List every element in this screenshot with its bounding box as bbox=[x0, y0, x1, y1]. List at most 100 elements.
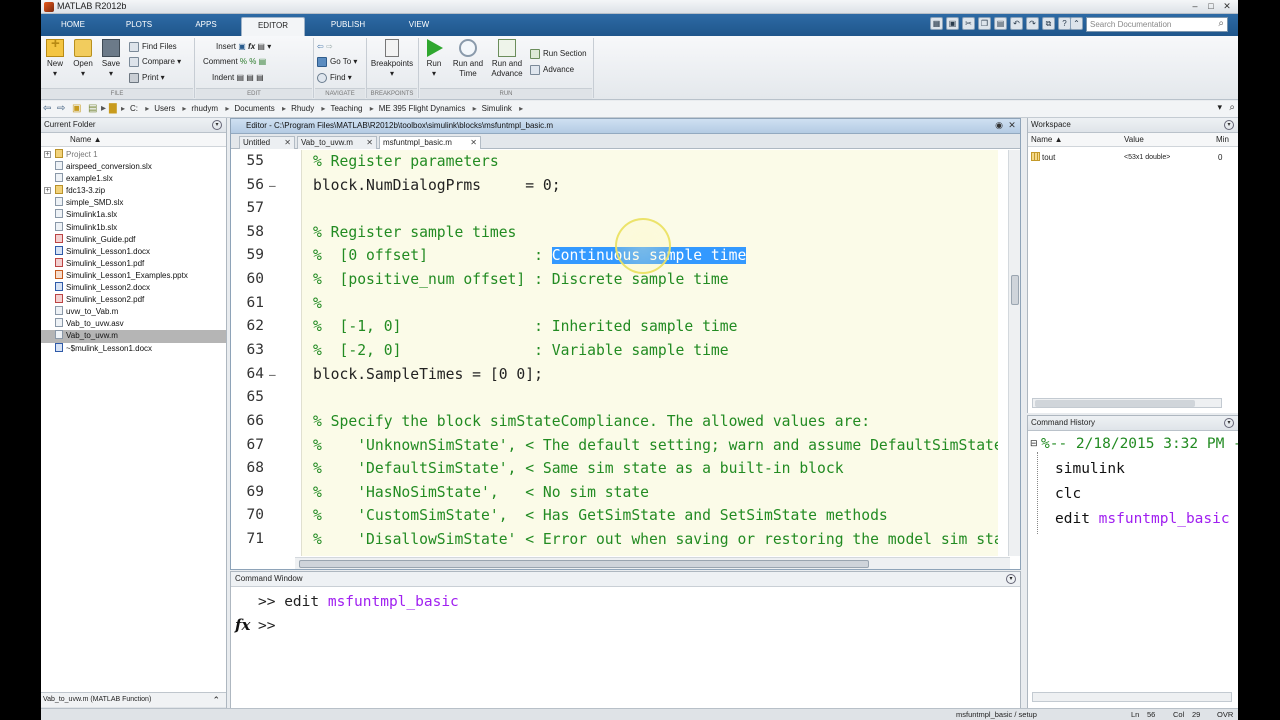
history-horizontal-scrollbar[interactable] bbox=[1032, 692, 1232, 702]
address-dropdown-icon[interactable]: ▾ bbox=[1217, 102, 1222, 113]
new-button[interactable]: + New ▾ bbox=[45, 36, 65, 79]
history-session-header[interactable]: %-- 2/18/2015 3:32 PM --% bbox=[1041, 436, 1238, 452]
history-item[interactable]: clc bbox=[1055, 486, 1081, 502]
back-forward-buttons[interactable]: ⇦ ⇨ bbox=[317, 40, 333, 53]
name-column-header[interactable]: Name ▲ bbox=[41, 133, 226, 147]
comment-button[interactable]: Comment % % ▤ bbox=[203, 55, 266, 68]
panel-actions-icon[interactable]: ▾ bbox=[212, 120, 222, 130]
list-item[interactable]: Simulink_Lesson1_Examples.pptx bbox=[41, 269, 226, 282]
workspace-horizontal-scrollbar[interactable] bbox=[1032, 398, 1222, 408]
list-item[interactable]: Simulink_Guide.pdf bbox=[41, 233, 226, 246]
advance-button[interactable]: Advance bbox=[530, 63, 574, 76]
command-prompt[interactable]: >> bbox=[258, 618, 275, 634]
save-button[interactable]: Save ▾ bbox=[100, 39, 122, 79]
function-browser-icon[interactable]: fx bbox=[235, 616, 250, 634]
switch-windows-icon[interactable]: ⧉ bbox=[1042, 17, 1055, 30]
breadcrumb-item[interactable]: C: bbox=[130, 104, 138, 113]
compare-button[interactable]: Compare ▾ bbox=[129, 55, 181, 68]
search-icon[interactable]: ⌕ bbox=[1218, 18, 1224, 29]
panel-actions-icon[interactable]: ▾ bbox=[1006, 574, 1016, 584]
run-section-button[interactable]: Run Section bbox=[530, 47, 587, 60]
breadcrumb-item[interactable]: Users bbox=[154, 104, 175, 113]
list-item[interactable]: Simulink_Lesson2.pdf bbox=[41, 294, 226, 306]
code-area[interactable]: % Register parameters block.NumDialogPrm… bbox=[301, 150, 998, 556]
address-search-icon[interactable]: ⌕ bbox=[1229, 102, 1235, 113]
paste-icon[interactable]: ▤ bbox=[994, 17, 1007, 30]
scroll-thumb[interactable] bbox=[1035, 400, 1195, 407]
breadcrumb-item[interactable]: Teaching bbox=[330, 104, 362, 113]
scroll-thumb[interactable] bbox=[1011, 275, 1019, 305]
list-item[interactable]: Simulink1a.slx bbox=[41, 209, 226, 221]
go-to-button[interactable]: Go To ▾ bbox=[317, 55, 357, 68]
executable-line-marker[interactable]: — bbox=[269, 179, 276, 192]
list-item[interactable]: Simulink1b.slx bbox=[41, 221, 226, 234]
expand-icon[interactable]: + bbox=[44, 187, 51, 195]
editor-actions-icon[interactable]: ◉ bbox=[994, 121, 1004, 131]
run-and-advance-button[interactable]: Run and Advance bbox=[489, 39, 525, 79]
tab-untitled[interactable]: Untitled ✕ bbox=[239, 136, 295, 149]
list-item[interactable]: Simulink_Lesson1.docx bbox=[41, 245, 226, 258]
editor-close-icon[interactable]: ✕ bbox=[1007, 121, 1017, 131]
run-and-time-button[interactable]: Run and Time bbox=[450, 39, 486, 79]
collapse-icon[interactable]: ⊟ bbox=[1030, 438, 1038, 449]
tab-home[interactable]: HOME bbox=[41, 17, 105, 36]
expand-toolstrip-icon[interactable]: ⌃ bbox=[1070, 17, 1083, 30]
breadcrumb-item[interactable]: rhudym bbox=[191, 104, 218, 113]
list-item[interactable]: simple_SMD.slx bbox=[41, 197, 226, 209]
indent-button[interactable]: Indent ▤ ▤ ▤ bbox=[212, 71, 264, 84]
close-tab-icon[interactable]: ✕ bbox=[284, 137, 291, 149]
list-item[interactable]: Simulink_Lesson1.pdf bbox=[41, 257, 226, 270]
list-item[interactable]: ~$mulink_Lesson1.docx bbox=[41, 342, 226, 355]
back-icon[interactable]: ⇦ bbox=[43, 103, 51, 114]
find-button[interactable]: Find ▾ bbox=[317, 71, 352, 84]
open-button[interactable]: Open ▾ bbox=[72, 39, 94, 79]
breakpoints-button[interactable]: Breakpoints ▾ bbox=[369, 39, 415, 79]
list-item-selected[interactable]: Vab_to_uvw.m bbox=[41, 330, 226, 343]
tab-publish[interactable]: PUBLISH bbox=[316, 17, 380, 36]
breadcrumb-item[interactable]: ME 395 Flight Dynamics bbox=[379, 104, 466, 113]
panel-actions-icon[interactable]: ▾ bbox=[1224, 120, 1234, 130]
copy-icon[interactable]: ❐ bbox=[978, 17, 991, 30]
list-item[interactable]: airspeed_conversion.slx bbox=[41, 161, 226, 173]
minimize-icon[interactable]: – bbox=[1190, 1, 1200, 12]
panel-actions-icon[interactable]: ▾ bbox=[1224, 418, 1234, 428]
details-bar[interactable]: Vab_to_uvw.m (MATLAB Function) ⌃ bbox=[41, 692, 226, 707]
expand-icon[interactable]: + bbox=[44, 151, 51, 158]
history-item[interactable]: simulink bbox=[1055, 461, 1125, 477]
undo-icon[interactable]: ↶ bbox=[1010, 17, 1023, 30]
list-item[interactable]: uvw_to_Vab.m bbox=[41, 306, 226, 318]
close-tab-icon[interactable]: ✕ bbox=[366, 137, 373, 149]
tab-editor[interactable]: EDITOR bbox=[241, 17, 305, 36]
breadcrumb-item[interactable]: Documents bbox=[234, 104, 274, 113]
list-item[interactable]: example1.slx bbox=[41, 173, 226, 185]
redo-icon[interactable]: ↷ bbox=[1026, 17, 1039, 30]
column-value[interactable]: Value bbox=[1124, 133, 1144, 147]
browse-folder-icon[interactable]: ▤ bbox=[88, 103, 97, 114]
find-files-button[interactable]: Find Files bbox=[129, 40, 177, 53]
list-item[interactable]: Vab_to_uvw.asv bbox=[41, 318, 226, 330]
tab-plots[interactable]: PLOTS bbox=[107, 17, 171, 36]
executable-line-marker[interactable]: — bbox=[269, 368, 276, 381]
scroll-thumb[interactable] bbox=[299, 560, 869, 568]
layout-icon[interactable]: ▦ bbox=[930, 17, 943, 30]
breadcrumb-item[interactable]: Simulink bbox=[482, 104, 512, 113]
tab-vab-to-uvw[interactable]: Vab_to_uvw.m ✕ bbox=[297, 136, 377, 149]
path-arrow-icon[interactable]: ▸ bbox=[101, 103, 106, 114]
chevron-up-icon[interactable]: ⌃ bbox=[212, 693, 220, 707]
command-window[interactable]: Command Window ▾ >> edit msfuntmpl_basic… bbox=[230, 571, 1021, 720]
breadcrumb-item[interactable]: Rhudy bbox=[291, 104, 314, 113]
list-item[interactable]: Simulink_Lesson2.docx bbox=[41, 282, 226, 294]
tab-msfuntmpl-basic[interactable]: msfuntmpl_basic.m ✕ bbox=[379, 136, 481, 149]
list-item[interactable]: + fdc13-3.zip bbox=[41, 185, 226, 197]
tab-view[interactable]: VIEW bbox=[387, 17, 451, 36]
cut-icon[interactable]: ✂ bbox=[962, 17, 975, 30]
maximize-icon[interactable]: □ bbox=[1206, 1, 1216, 12]
insert-button[interactable]: Insert ▣ fx ▤ ▾ bbox=[216, 40, 271, 53]
editor-horizontal-scrollbar[interactable] bbox=[295, 557, 1010, 569]
run-button[interactable]: Run ▾ bbox=[422, 39, 446, 79]
close-icon[interactable]: ✕ bbox=[1222, 1, 1232, 12]
forward-icon[interactable]: ⇨ bbox=[57, 103, 65, 114]
search-documentation-input[interactable]: Search Documentation ⌕ bbox=[1086, 17, 1228, 32]
column-name[interactable]: Name ▲ bbox=[1031, 133, 1062, 147]
column-min[interactable]: Min bbox=[1216, 133, 1229, 147]
